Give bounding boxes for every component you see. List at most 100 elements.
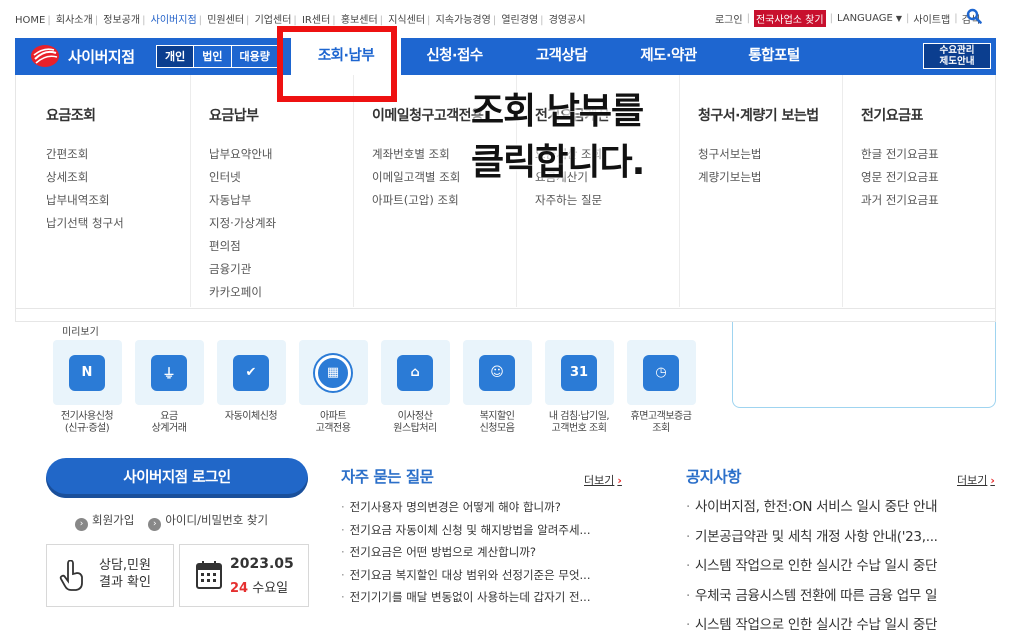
day-number: 24	[230, 581, 249, 596]
language-dropdown[interactable]: LANGUAGE ▼	[837, 13, 902, 24]
mega-col-title: 요금조회	[46, 108, 96, 124]
arrow-right-circle-icon: ›	[75, 518, 88, 531]
sitemap-link[interactable]: 사이트맵	[913, 11, 950, 26]
mega-item[interactable]: 금융기관	[209, 258, 353, 281]
demand-line-1: 수요관리	[939, 45, 975, 56]
faq-item[interactable]: 전기기기를 매달 변동없이 사용하는데 갑자기 전...	[341, 586, 623, 609]
menu-application[interactable]: 신청·접수	[401, 38, 508, 75]
house-icon: ⌂	[397, 354, 433, 391]
mega-item[interactable]: 납기선택 청구서	[46, 212, 190, 235]
quick-label: (신규·증설)	[64, 423, 110, 434]
find-office-link[interactable]: 전국사업소 찾기	[753, 10, 826, 27]
util-link-pr[interactable]: 홍보센터	[341, 15, 378, 26]
main-navigation: 사이버지점 개인 법인 대용량 조회·납부 신청·접수 고객상담 제도·약관 통…	[15, 38, 996, 75]
util-link-company[interactable]: 회사소개	[56, 15, 93, 26]
mega-item[interactable]: 지정·가상계좌	[209, 212, 353, 235]
mega-item[interactable]: 인터넷	[209, 166, 353, 189]
mega-item[interactable]: 과거 전기요금표	[861, 189, 996, 212]
utility-bar: HOME | 회사소개 | 정보공개 | 사이버지점 | 민원센터 | 기업센터 | IR센…	[0, 0, 1024, 34]
faq-item[interactable]: 전기요금은 어떤 방법으로 계산합니까?	[341, 541, 623, 564]
brand-title: 사이버지점	[68, 47, 135, 66]
menu-consultation[interactable]: 고객상담	[508, 38, 615, 75]
search-icon[interactable]	[966, 8, 982, 24]
quick-label: 이사정산	[397, 411, 433, 422]
quick-label: 자동이체신청	[224, 411, 278, 422]
quick-item-dormant-deposit[interactable]: ◷ 휴면고객보증금 조회	[620, 340, 702, 435]
chevron-down-icon: ▼	[895, 14, 903, 23]
consult-result-box[interactable]: 상담,민원 결과 확인	[46, 544, 174, 607]
brand[interactable]: 사이버지점	[30, 44, 135, 68]
notice-item[interactable]: 기본공급약관 및 세칙 개정 사항 안내('23,...	[686, 523, 981, 553]
instruction-line-1: 조회 납부를	[471, 91, 644, 132]
mega-item[interactable]: 청구서보는법	[698, 143, 842, 166]
notice-more-label: 더보기	[957, 474, 988, 487]
mega-item[interactable]: 납부요약안내	[209, 143, 353, 166]
arrow-right-circle-icon: ›	[148, 518, 162, 531]
util-link-open[interactable]: 열린경영	[501, 15, 538, 26]
menu-portal[interactable]: 통합포털	[722, 38, 826, 75]
mega-item[interactable]: 편의점	[209, 235, 353, 258]
mega-col-title: 요금납부	[209, 108, 259, 124]
consult-text: 상담,민원 결과 확인	[99, 557, 151, 591]
faq-item[interactable]: 전기요금 자동이체 신청 및 해지방법을 알려주세...	[341, 519, 623, 542]
mega-item[interactable]: 한글 전기요금표	[861, 143, 996, 166]
menu-terms[interactable]: 제도·약관	[615, 38, 722, 75]
cyber-login-button[interactable]: 사이버지점 로그인	[46, 458, 308, 498]
notice-item[interactable]: 사이버지점, 한전:ON 서비스 일시 중단 안내	[686, 493, 981, 523]
mega-item[interactable]: 납부내역조회	[46, 189, 190, 212]
notice-item[interactable]: 우체국 금융시스템 전환에 따른 금융 업무 일	[686, 582, 981, 612]
segment-personal[interactable]: 개인	[157, 46, 195, 67]
mega-item[interactable]: 상세조회	[46, 166, 190, 189]
quick-item-moving[interactable]: ⌂ 이사정산 원스탑처리	[374, 340, 456, 435]
util-link-cyber[interactable]: 사이버지점	[151, 15, 197, 26]
utility-right-links: 로그인 | 전국사업소 찾기 | LANGUAGE ▼ | 사이트맵 | 검색	[715, 10, 980, 27]
mega-item[interactable]: 계량기보는법	[698, 166, 842, 189]
chevron-right-icon: ›	[990, 474, 995, 487]
segment-corporate[interactable]: 법인	[194, 46, 232, 67]
util-link-knowledge[interactable]: 지식센터	[388, 15, 425, 26]
util-link-ir[interactable]: IR센터	[302, 15, 330, 26]
util-link-home[interactable]: HOME	[15, 15, 45, 26]
notice-more-link[interactable]: 더보기 ›	[957, 472, 995, 488]
quick-item-offset[interactable]: ⏚ 요금 상계거래	[128, 340, 210, 435]
mega-item[interactable]: 자주하는 질문	[535, 189, 679, 212]
util-link-civil[interactable]: 민원센터	[207, 15, 244, 26]
faq-item[interactable]: 전기사용자 명의변경은 어떻게 해야 합니까?	[341, 496, 623, 519]
quick-item-reading-date[interactable]: 31 내 검침·납기일, 고객번호 조회	[538, 340, 620, 435]
customer-type-toggle: 개인 법인 대용량	[156, 45, 279, 68]
find-account-link[interactable]: › 아이디/비밀번호 찾기	[148, 512, 268, 531]
highlight-box	[277, 26, 397, 102]
faq-more-link[interactable]: 더보기 ›	[584, 472, 622, 488]
quick-label: 내 검침·납기일,	[548, 411, 610, 422]
demand-line-2: 제도안내	[939, 56, 975, 67]
util-link-business[interactable]: 기업센터	[255, 15, 292, 26]
util-link-disclosure[interactable]: 정보공개	[103, 15, 140, 26]
faq-title: 자주 묻는 질문	[341, 468, 434, 486]
quick-item-welfare[interactable]: ☺ 복지할인 신청모음	[456, 340, 538, 435]
quick-label: 전기사용신청	[60, 411, 114, 422]
util-link-management[interactable]: 경영공시	[549, 15, 586, 26]
date-box: 2023.05 24 수요일	[179, 544, 309, 607]
segment-large[interactable]: 대용량	[231, 46, 278, 67]
notice-item[interactable]: 시스템 작업으로 인한 실시간 수납 일시 중단	[686, 552, 981, 582]
calendar-outline-icon	[196, 561, 222, 589]
instruction-caption: 조회 납부를 클릭합니다.	[471, 86, 645, 188]
mega-item[interactable]: 카카오페이	[209, 281, 353, 304]
quick-item-autopay[interactable]: ✔ 자동이체신청	[210, 340, 292, 435]
mega-item[interactable]: 자동납부	[209, 189, 353, 212]
quick-item-new-service[interactable]: N 전기사용신청 (신규·증설)	[46, 340, 128, 435]
join-link[interactable]: › 회원가입	[75, 512, 134, 531]
demand-management-button[interactable]: 수요관리 제도안내	[923, 43, 991, 69]
notice-item[interactable]: 시스템 작업으로 인한 실시간 수납 일시 중단	[686, 611, 981, 641]
mega-item[interactable]: 영문 전기요금표	[861, 166, 996, 189]
mega-item[interactable]: 간편조회	[46, 143, 190, 166]
quick-label: 고객전용	[315, 423, 351, 434]
consult-line: 결과 확인	[99, 575, 151, 590]
util-link-sustainability[interactable]: 지속가능경영	[436, 15, 491, 26]
mega-item[interactable]: 아파트(고압) 조회	[372, 189, 516, 212]
login-link[interactable]: 로그인	[715, 11, 743, 26]
chevron-right-icon: ›	[617, 474, 622, 487]
quick-item-apartment[interactable]: ▦ 아파트 고객전용	[292, 340, 374, 435]
quick-label: 휴면고객보증금	[630, 411, 692, 422]
faq-item[interactable]: 전기요금 복지할인 대상 범위와 선정기준은 무엇...	[341, 564, 623, 587]
